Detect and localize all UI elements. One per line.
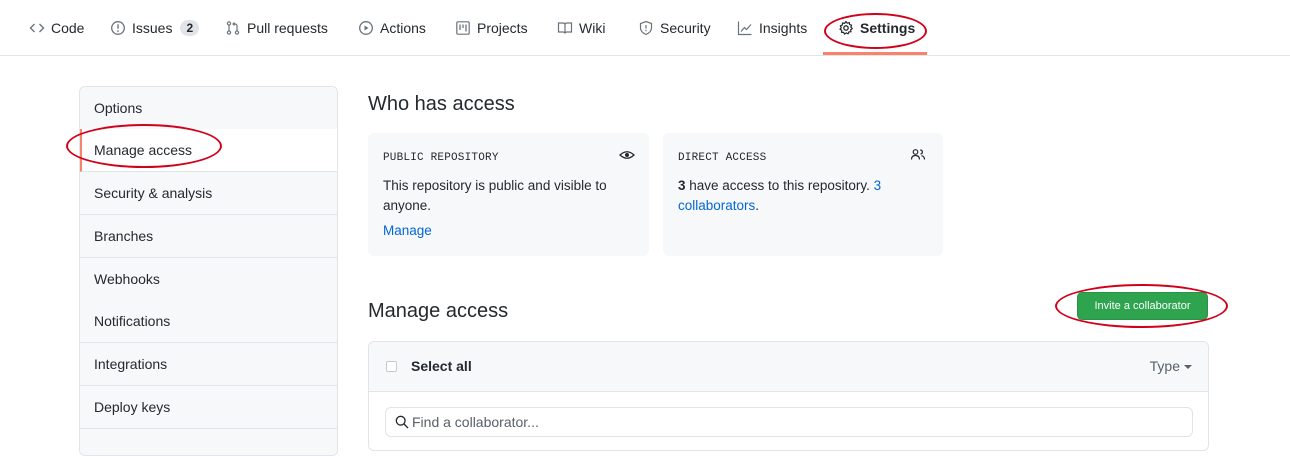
- tab-wiki[interactable]: Wiki: [557, 0, 605, 56]
- sidebar-item-label: Options: [94, 100, 143, 116]
- graph-icon: [737, 20, 753, 36]
- tab-label: Actions: [380, 20, 426, 36]
- play-icon: [358, 20, 374, 36]
- type-filter-dropdown[interactable]: Type: [1150, 358, 1192, 374]
- sidebar-item-label: Integrations: [94, 356, 168, 372]
- tab-security[interactable]: Security: [638, 0, 711, 56]
- project-icon: [455, 20, 471, 36]
- tab-label: Security: [660, 20, 711, 36]
- type-filter-label: Type: [1149, 358, 1180, 374]
- manage-visibility-link[interactable]: Manage: [383, 223, 432, 238]
- sidebar-item-integrations[interactable]: Integrations: [80, 343, 337, 386]
- selected-tab-underline: [823, 52, 927, 55]
- public-repository-card: PUBLIC REPOSITORY This repository is pub…: [368, 133, 649, 256]
- direct-access-description: 3 have access to this repository. 3 coll…: [678, 176, 928, 216]
- sidebar-item-label: Webhooks: [94, 271, 160, 287]
- settings-sidebar: Options Manage access Security & analysi…: [79, 86, 338, 456]
- tab-insights[interactable]: Insights: [737, 0, 807, 56]
- direct-access-count: 3: [678, 178, 686, 193]
- sidebar-item-options[interactable]: Options: [80, 87, 337, 130]
- sidebar-item-webhooks[interactable]: Webhooks: [80, 258, 337, 301]
- tab-projects[interactable]: Projects: [455, 0, 528, 56]
- select-all-checkbox[interactable]: [386, 361, 397, 372]
- search-input[interactable]: [412, 408, 1182, 436]
- sidebar-item-security-analysis[interactable]: Security & analysis: [80, 172, 337, 215]
- invite-collaborator-button[interactable]: Invite a collaborator: [1077, 292, 1208, 320]
- eye-icon: [619, 147, 635, 163]
- who-has-access-title: Who has access: [368, 93, 515, 115]
- sidebar-item-manage-access[interactable]: Manage access: [80, 129, 337, 172]
- sidebar-item-label: Security & analysis: [94, 185, 213, 201]
- repo-nav: Code Issues 2 Pull requests Actions Proj…: [0, 0, 1290, 56]
- sidebar-item-notifications[interactable]: Notifications: [80, 300, 337, 343]
- collaborator-search: [385, 407, 1193, 437]
- tab-pull-requests[interactable]: Pull requests: [225, 0, 328, 56]
- tab-label: Issues: [132, 20, 173, 36]
- book-icon: [557, 20, 573, 36]
- sidebar-item-deploy-keys[interactable]: Deploy keys: [80, 386, 337, 429]
- tab-label: Settings: [860, 20, 916, 36]
- tab-label: Insights: [759, 20, 808, 36]
- tab-label: Wiki: [579, 20, 606, 36]
- git-pull-request-icon: [225, 20, 241, 36]
- sidebar-item-branches[interactable]: Branches: [80, 215, 337, 258]
- sidebar-item-label: Notifications: [94, 313, 171, 329]
- public-description: This repository is public and visible to…: [383, 178, 607, 213]
- people-icon: [910, 147, 926, 163]
- tab-label: Projects: [477, 20, 528, 36]
- select-all-label[interactable]: Select all: [411, 358, 472, 374]
- tab-actions[interactable]: Actions: [358, 0, 426, 56]
- sidebar-item-label: Deploy keys: [94, 399, 171, 415]
- sidebar-item-label: Manage access: [94, 142, 193, 158]
- search-icon: [395, 415, 409, 429]
- tab-settings[interactable]: Settings: [838, 0, 915, 56]
- direct-access-card: DIRECT ACCESS 3 have access to this repo…: [663, 133, 943, 256]
- manage-access-title: Manage access: [368, 300, 509, 322]
- sidebar-item-label: Branches: [94, 228, 154, 244]
- direct-access-text: have access to this repository.: [685, 178, 874, 193]
- caret-down-icon: [1184, 365, 1192, 369]
- tab-label: Pull requests: [247, 20, 328, 36]
- collaborators-box: Select all Type: [368, 341, 1209, 451]
- direct-access-period: .: [755, 198, 760, 213]
- shield-icon: [638, 20, 654, 36]
- issues-counter: 2: [180, 20, 200, 36]
- issue-opened-icon: [110, 20, 126, 36]
- sidebar-item-more[interactable]: [80, 429, 337, 455]
- tab-issues[interactable]: Issues 2: [110, 0, 200, 56]
- card-label: PUBLIC REPOSITORY: [383, 152, 499, 164]
- gear-icon: [838, 20, 854, 36]
- card-label: DIRECT ACCESS: [678, 152, 767, 164]
- collaborators-box-header: Select all Type: [369, 342, 1208, 392]
- tab-code[interactable]: Code: [29, 0, 84, 56]
- tab-label: Code: [51, 20, 85, 36]
- code-icon: [29, 20, 45, 36]
